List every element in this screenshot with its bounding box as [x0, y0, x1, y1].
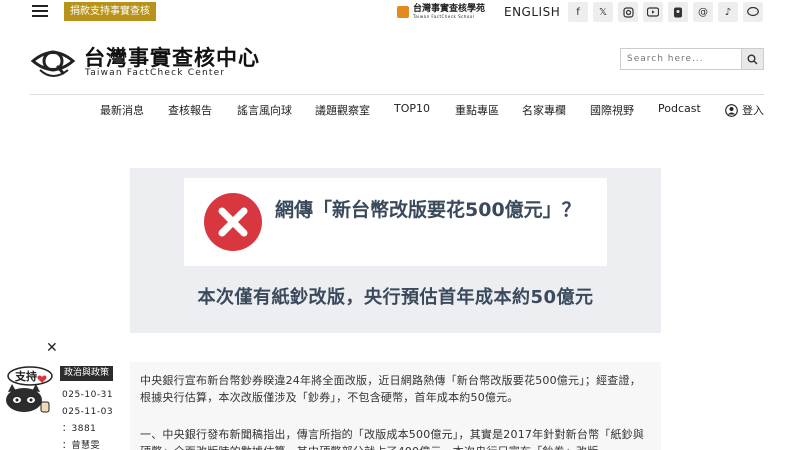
nav-item-international[interactable]: 國際視野 [590, 102, 634, 118]
nav-item-featured[interactable]: 重點專區 [455, 102, 499, 118]
tiktok-icon[interactable]: ♪ [718, 2, 738, 22]
mascot-label: 支持 [14, 369, 37, 383]
search-box [620, 48, 764, 70]
social-links: f 𝕏 @ ♪ [568, 2, 768, 22]
user-icon [725, 103, 738, 117]
author: ：曾慧雯 [62, 441, 101, 450]
header-divider [30, 94, 764, 95]
eye-logo-icon [30, 50, 76, 77]
search-button[interactable] [741, 49, 763, 69]
support-mascot-icon[interactable]: 支持 [0, 358, 60, 418]
category-badge[interactable]: 政治與政策 [60, 366, 114, 381]
podcast-icon[interactable] [668, 2, 688, 22]
search-icon [747, 54, 758, 64]
school-logo-icon [397, 6, 409, 18]
top-bar: 捐款支持事實查核 台灣事實查核學苑 Taiwan FactCheck Schoo… [0, 0, 800, 24]
x-icon[interactable]: 𝕏 [593, 2, 613, 22]
menu-icon[interactable] [32, 5, 48, 17]
article-meta: 政治與政策 025-10-31 025-11-03 ：3881 ：曾慧雯 [60, 360, 114, 450]
verdict-summary: 本次僅有紙鈔改版，央行預估首年成本約50億元 [197, 287, 594, 308]
claim-box: 網傳「新台幣改版要花500億元」？ [184, 178, 607, 266]
article-paragraph: 中央銀行宣布新台幣鈔券睽違24年將全面改版，近日網路熱傳「新台幣改版要花500億… [140, 374, 641, 404]
site-subtitle: Taiwan FactCheck Center [85, 68, 226, 78]
login-link[interactable]: 登入 [725, 102, 764, 118]
search-input[interactable] [621, 49, 741, 69]
updated-date: 025-11-03 [62, 407, 114, 417]
view-count: ：3881 [62, 424, 97, 434]
close-icon[interactable]: ✕ [46, 340, 58, 356]
verdict-panel: 網傳「新台幣改版要花500億元」？ 本次僅有紙鈔改版，央行預估首年成本約50億元 [130, 168, 661, 333]
login-label: 登入 [742, 104, 764, 117]
factcheck-school-link[interactable]: 台灣事實查核學苑 Taiwan FactCheck School [397, 2, 485, 22]
nav-item-issue-watch[interactable]: 議題觀察室 [315, 102, 370, 118]
facebook-icon[interactable]: f [568, 2, 588, 22]
nav-item-top10[interactable]: TOP10 [394, 102, 430, 118]
school-name-en: Taiwan FactCheck School [413, 14, 475, 19]
published-date: 025-10-31 [62, 390, 114, 400]
nav-item-podcast[interactable]: Podcast [658, 102, 701, 118]
school-name-zh: 台灣事實查核學苑 [413, 4, 486, 14]
article-body: 中央銀行宣布新台幣鈔券睽違24年將全面改版，近日網路熱傳「新台幣改版要花500億… [130, 362, 661, 450]
article-paragraph: 一、中央銀行發布新聞稿指出，傳言所指的「改版成本500億元」，其實是2017年針… [140, 428, 645, 450]
youtube-icon[interactable] [643, 2, 663, 22]
instagram-icon[interactable] [618, 2, 638, 22]
english-link[interactable]: ENGLISH [504, 5, 560, 19]
nav-item-columns[interactable]: 名家專欄 [522, 102, 566, 118]
false-rating-x-icon [204, 193, 262, 251]
nav-item-reports[interactable]: 查核報告 [168, 102, 212, 118]
main-nav: 最新消息 查核報告 謠言風向球 議題觀察室 TOP10 重點專區 名家專欄 國際… [100, 102, 701, 118]
threads-icon[interactable]: @ [693, 2, 713, 22]
line-icon[interactable] [743, 2, 763, 22]
nav-item-news[interactable]: 最新消息 [100, 102, 144, 118]
nav-item-rumor-trends[interactable]: 謠言風向球 [237, 102, 292, 118]
donate-button[interactable]: 捐款支持事實查核 [64, 2, 156, 21]
claim-title: 網傳「新台幣改版要花500億元」？ [275, 199, 581, 221]
